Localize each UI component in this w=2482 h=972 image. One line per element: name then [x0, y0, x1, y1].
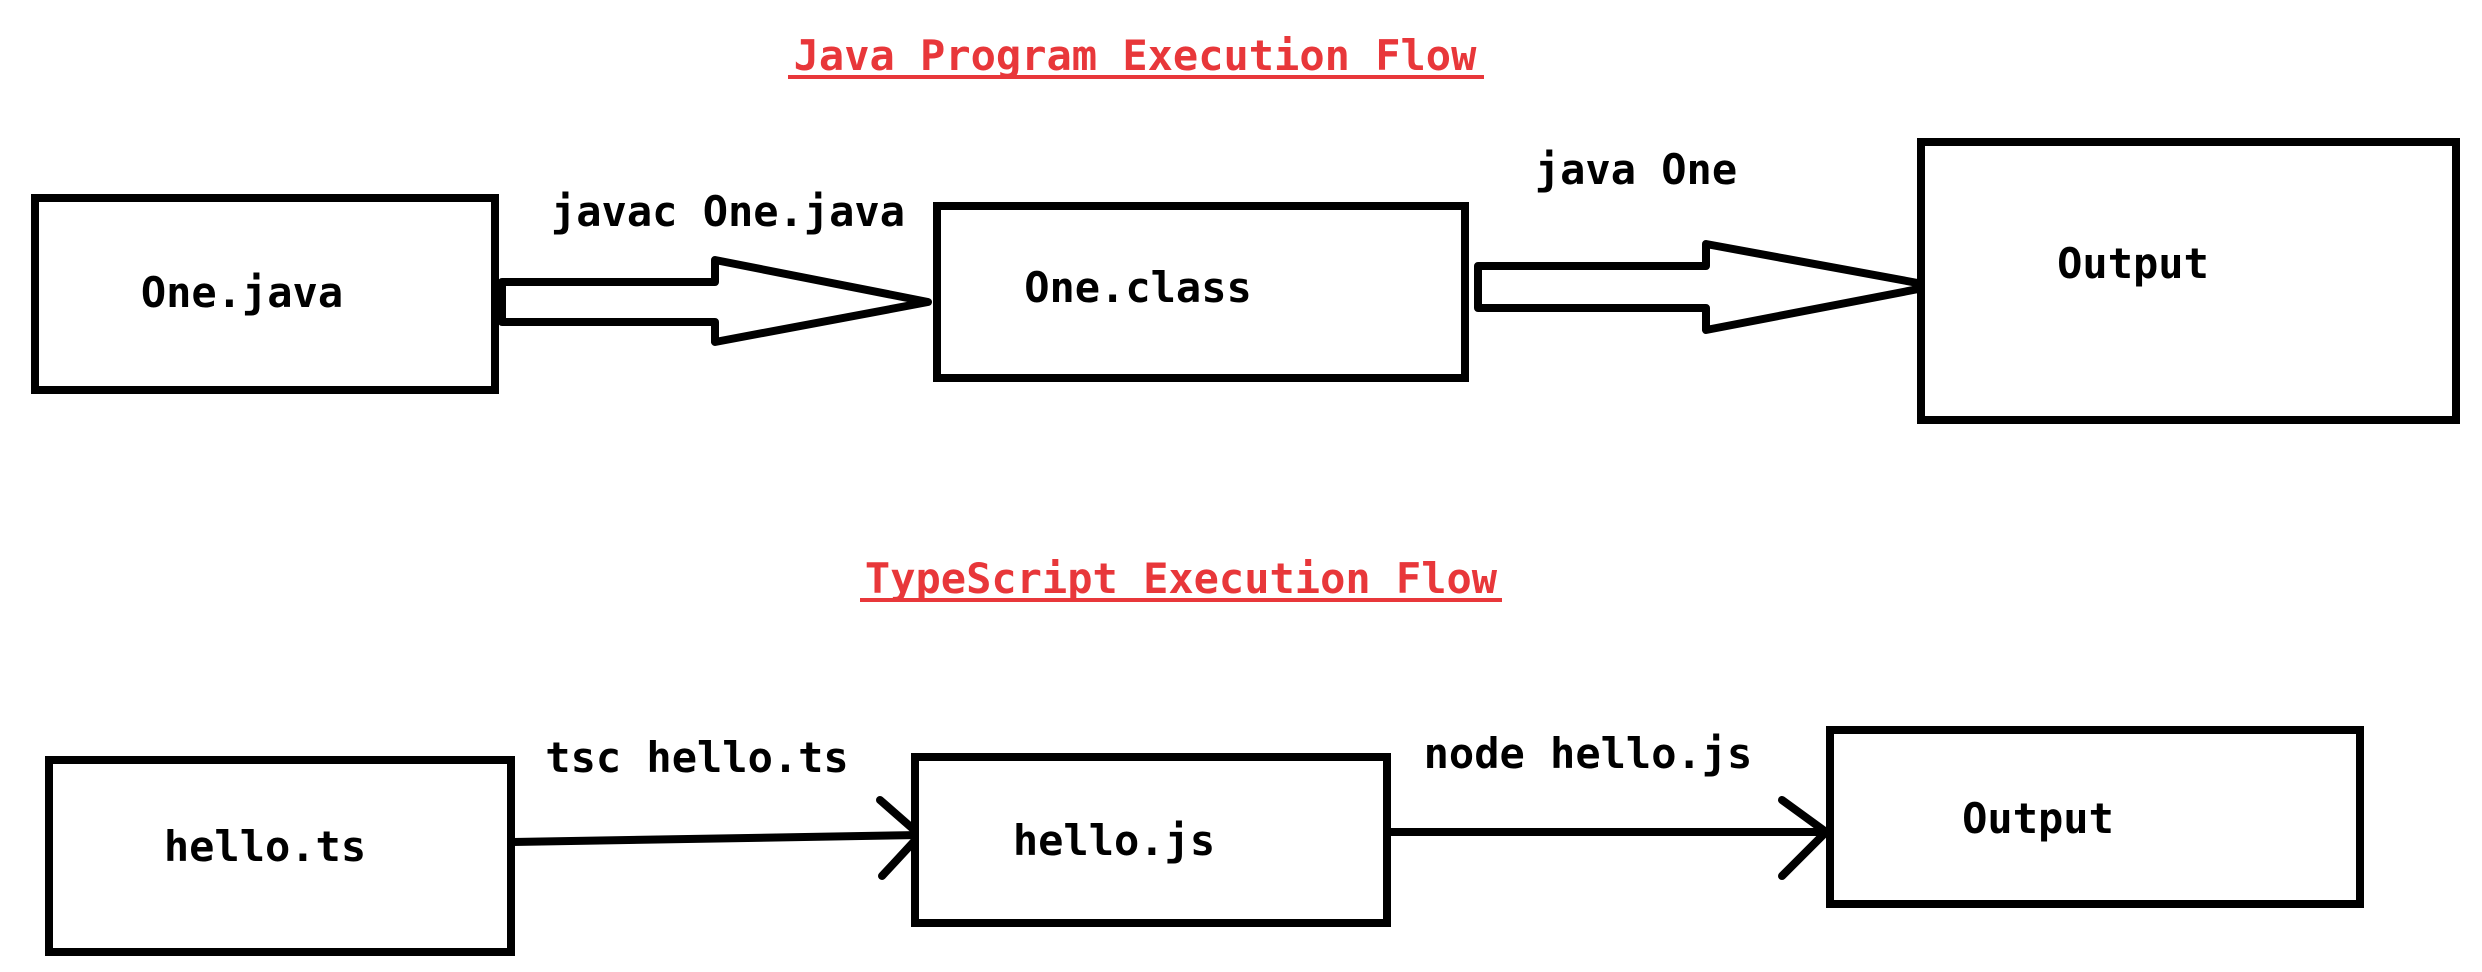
arrowhead-node — [1778, 796, 1830, 880]
node-one-java-label: One.java — [141, 268, 343, 317]
node-hello-js-label: hello.js — [1013, 816, 1215, 865]
node-java-output-label: Output — [2057, 239, 2209, 288]
node-ts-output-label: Output — [1962, 794, 2114, 843]
edge-label-javac: javac One.java — [551, 187, 905, 236]
hollow-arrow-java — [1474, 240, 1938, 334]
java-flow-title: Java Program Execution Flow — [794, 31, 1477, 80]
ts-flow-title: TypeScript Execution Flow — [865, 554, 1498, 603]
line-arrow-tsc — [509, 831, 924, 846]
edge-label-tsc: tsc hello.ts — [545, 733, 848, 782]
node-one-class-label: One.class — [1024, 263, 1252, 312]
edge-label-java: java One — [1535, 145, 1737, 194]
edge-label-node: node hello.js — [1424, 729, 1753, 778]
diagram-canvas: Java Program Execution Flow One.java jav… — [31, 31, 2460, 956]
node-hello-ts-label: hello.ts — [164, 822, 366, 871]
hollow-arrow-javac — [498, 256, 932, 346]
